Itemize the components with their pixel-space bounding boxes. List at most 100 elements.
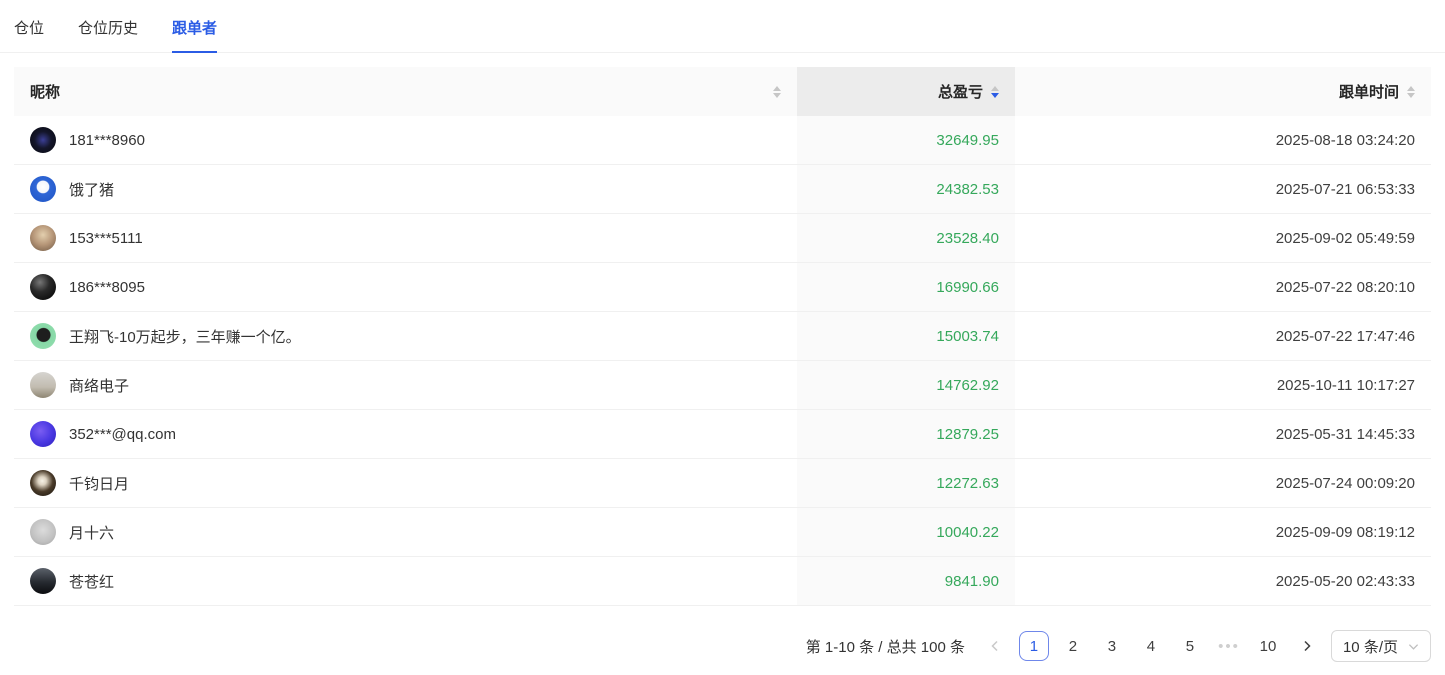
table-row[interactable]: 王翔飞-10万起步，三年赚一个亿。 15003.74 2025-07-22 17… bbox=[14, 312, 1431, 361]
pnl-value: 14762.92 bbox=[936, 376, 999, 394]
nickname-cell: 186***8095 bbox=[14, 263, 797, 311]
follow-time-value: 2025-09-09 08:19:12 bbox=[1275, 523, 1415, 541]
tab-positions[interactable]: 仓位 bbox=[14, 0, 44, 53]
page-button-10[interactable]: 10 bbox=[1253, 631, 1283, 661]
sort-icon-nickname bbox=[773, 85, 781, 98]
follow-time-cell: 2025-09-02 05:49:59 bbox=[1015, 214, 1431, 262]
follow-time-cell: 2025-07-22 17:47:46 bbox=[1015, 312, 1431, 360]
follow-time-value: 2025-07-24 00:09:20 bbox=[1275, 474, 1415, 492]
page-button-2[interactable]: 2 bbox=[1058, 631, 1088, 661]
total-pnl-cell: 23528.40 bbox=[797, 214, 1015, 262]
follow-time-value: 2025-07-22 08:20:10 bbox=[1275, 278, 1415, 296]
follow-time-value: 2025-07-21 06:53:33 bbox=[1275, 180, 1415, 198]
pnl-value: 9841.90 bbox=[944, 572, 999, 590]
user-avatar bbox=[30, 372, 56, 398]
tab-bar: 仓位 仓位历史 跟单者 bbox=[0, 0, 1445, 53]
nickname-text: 王翔飞-10万起步，三年赚一个亿。 bbox=[69, 328, 301, 346]
column-header-nickname[interactable]: 昵称 bbox=[14, 67, 797, 116]
sort-icon-total-pnl-desc-active bbox=[991, 85, 999, 98]
nickname-text: 186***8095 bbox=[69, 278, 145, 296]
nickname-cell: 月十六 bbox=[14, 508, 797, 556]
follow-time-value: 2025-07-22 17:47:46 bbox=[1275, 327, 1415, 345]
nickname-cell: 饿了猪 bbox=[14, 165, 797, 213]
page-button-1[interactable]: 1 bbox=[1018, 631, 1049, 661]
page-button-4[interactable]: 4 bbox=[1136, 631, 1166, 661]
user-avatar bbox=[30, 568, 56, 594]
total-pnl-cell: 15003.74 bbox=[797, 312, 1015, 360]
user-avatar bbox=[30, 470, 56, 496]
page-button-5[interactable]: 5 bbox=[1175, 631, 1205, 661]
page-size-label: 10 条/页 bbox=[1342, 638, 1398, 656]
user-avatar bbox=[30, 323, 56, 349]
nickname-cell: 153***5111 bbox=[14, 214, 797, 262]
follow-time-value: 2025-09-02 05:49:59 bbox=[1275, 229, 1415, 247]
follow-time-cell: 2025-09-09 08:19:12 bbox=[1015, 508, 1431, 556]
nickname-text: 商络电子 bbox=[69, 377, 130, 395]
nickname-text: 352***@qq.com bbox=[69, 425, 176, 443]
follow-time-cell: 2025-07-24 00:09:20 bbox=[1015, 459, 1431, 507]
total-pnl-cell: 10040.22 bbox=[797, 508, 1015, 556]
pnl-value: 15003.74 bbox=[936, 327, 999, 345]
follow-time-cell: 2025-10-11 10:17:27 bbox=[1015, 361, 1431, 409]
total-pnl-cell: 12272.63 bbox=[797, 459, 1015, 507]
column-label-nickname: 昵称 bbox=[30, 84, 61, 101]
total-pnl-cell: 24382.53 bbox=[797, 165, 1015, 213]
follow-time-value: 2025-10-11 10:17:27 bbox=[1276, 376, 1415, 394]
page-size-select[interactable]: 10 条/页 bbox=[1330, 630, 1431, 662]
nickname-text: 苍苍红 bbox=[69, 573, 115, 591]
total-pnl-cell: 16990.66 bbox=[797, 263, 1015, 311]
nickname-cell: 181***8960 bbox=[14, 116, 797, 164]
page-button-3[interactable]: 3 bbox=[1097, 631, 1127, 661]
sort-icon-follow-time bbox=[1407, 85, 1415, 98]
follow-time-cell: 2025-05-31 14:45:33 bbox=[1015, 410, 1431, 458]
table-row[interactable]: 352***@qq.com 12879.25 2025-05-31 14:45:… bbox=[14, 410, 1431, 459]
jump-forward-ellipsis[interactable]: ••• bbox=[1214, 631, 1244, 661]
next-page-button[interactable] bbox=[1292, 631, 1322, 661]
table-row[interactable]: 153***5111 23528.40 2025-09-02 05:49:59 bbox=[14, 214, 1431, 263]
total-pnl-cell: 12879.25 bbox=[797, 410, 1015, 458]
follow-time-cell: 2025-05-20 02:43:33 bbox=[1015, 557, 1431, 605]
user-avatar bbox=[30, 176, 56, 202]
total-pnl-cell: 32649.95 bbox=[797, 116, 1015, 164]
user-avatar bbox=[30, 225, 56, 251]
table-row[interactable]: 月十六 10040.22 2025-09-09 08:19:12 bbox=[14, 508, 1431, 557]
followers-table: 昵称 总盈亏 跟单时间 181***8960 32649.95 2025-08-… bbox=[14, 67, 1431, 606]
table-row[interactable]: 商络电子 14762.92 2025-10-11 10:17:27 bbox=[14, 361, 1431, 410]
tab-position-history[interactable]: 仓位历史 bbox=[78, 0, 138, 53]
table-body: 181***8960 32649.95 2025-08-18 03:24:20 … bbox=[14, 116, 1431, 606]
chevron-right-icon bbox=[1304, 640, 1311, 652]
user-avatar bbox=[30, 421, 56, 447]
pnl-value: 12879.25 bbox=[936, 425, 999, 443]
pagination-bar: 第 1-10 条 / 总共 100 条 1 2 3 4 5 ••• 10 10 … bbox=[14, 630, 1431, 662]
nickname-text: 饿了猪 bbox=[69, 181, 115, 199]
tab-followers[interactable]: 跟单者 bbox=[172, 0, 218, 53]
column-label-total-pnl: 总盈亏 bbox=[937, 84, 983, 101]
pnl-value: 10040.22 bbox=[936, 523, 999, 541]
pnl-value: 24382.53 bbox=[936, 180, 999, 198]
chevron-left-icon bbox=[991, 640, 998, 652]
column-header-total-pnl[interactable]: 总盈亏 bbox=[797, 67, 1015, 116]
chevron-down-icon bbox=[1408, 643, 1419, 650]
column-header-follow-time[interactable]: 跟单时间 bbox=[1015, 67, 1431, 116]
nickname-text: 181***8960 bbox=[69, 131, 145, 149]
prev-page-button[interactable] bbox=[980, 631, 1010, 661]
nickname-cell: 苍苍红 bbox=[14, 557, 797, 605]
pagination-total-text: 第 1-10 条 / 总共 100 条 bbox=[805, 638, 965, 656]
total-pnl-cell: 9841.90 bbox=[797, 557, 1015, 605]
follow-time-value: 2025-05-20 02:43:33 bbox=[1275, 572, 1415, 590]
table-row[interactable]: 苍苍红 9841.90 2025-05-20 02:43:33 bbox=[14, 557, 1431, 606]
nickname-text: 千钧日月 bbox=[69, 475, 130, 493]
nickname-cell: 352***@qq.com bbox=[14, 410, 797, 458]
nickname-cell: 王翔飞-10万起步，三年赚一个亿。 bbox=[14, 312, 797, 360]
table-row[interactable]: 千钧日月 12272.63 2025-07-24 00:09:20 bbox=[14, 459, 1431, 508]
follow-time-value: 2025-08-18 03:24:20 bbox=[1275, 131, 1415, 149]
pnl-value: 23528.40 bbox=[936, 229, 999, 247]
table-header-row: 昵称 总盈亏 跟单时间 bbox=[14, 67, 1431, 116]
table-row[interactable]: 181***8960 32649.95 2025-08-18 03:24:20 bbox=[14, 116, 1431, 165]
pnl-value: 32649.95 bbox=[936, 131, 999, 149]
pnl-value: 12272.63 bbox=[936, 474, 999, 492]
table-row[interactable]: 饿了猪 24382.53 2025-07-21 06:53:33 bbox=[14, 165, 1431, 214]
table-row[interactable]: 186***8095 16990.66 2025-07-22 08:20:10 bbox=[14, 263, 1431, 312]
user-avatar bbox=[30, 274, 56, 300]
follow-time-cell: 2025-08-18 03:24:20 bbox=[1015, 116, 1431, 164]
